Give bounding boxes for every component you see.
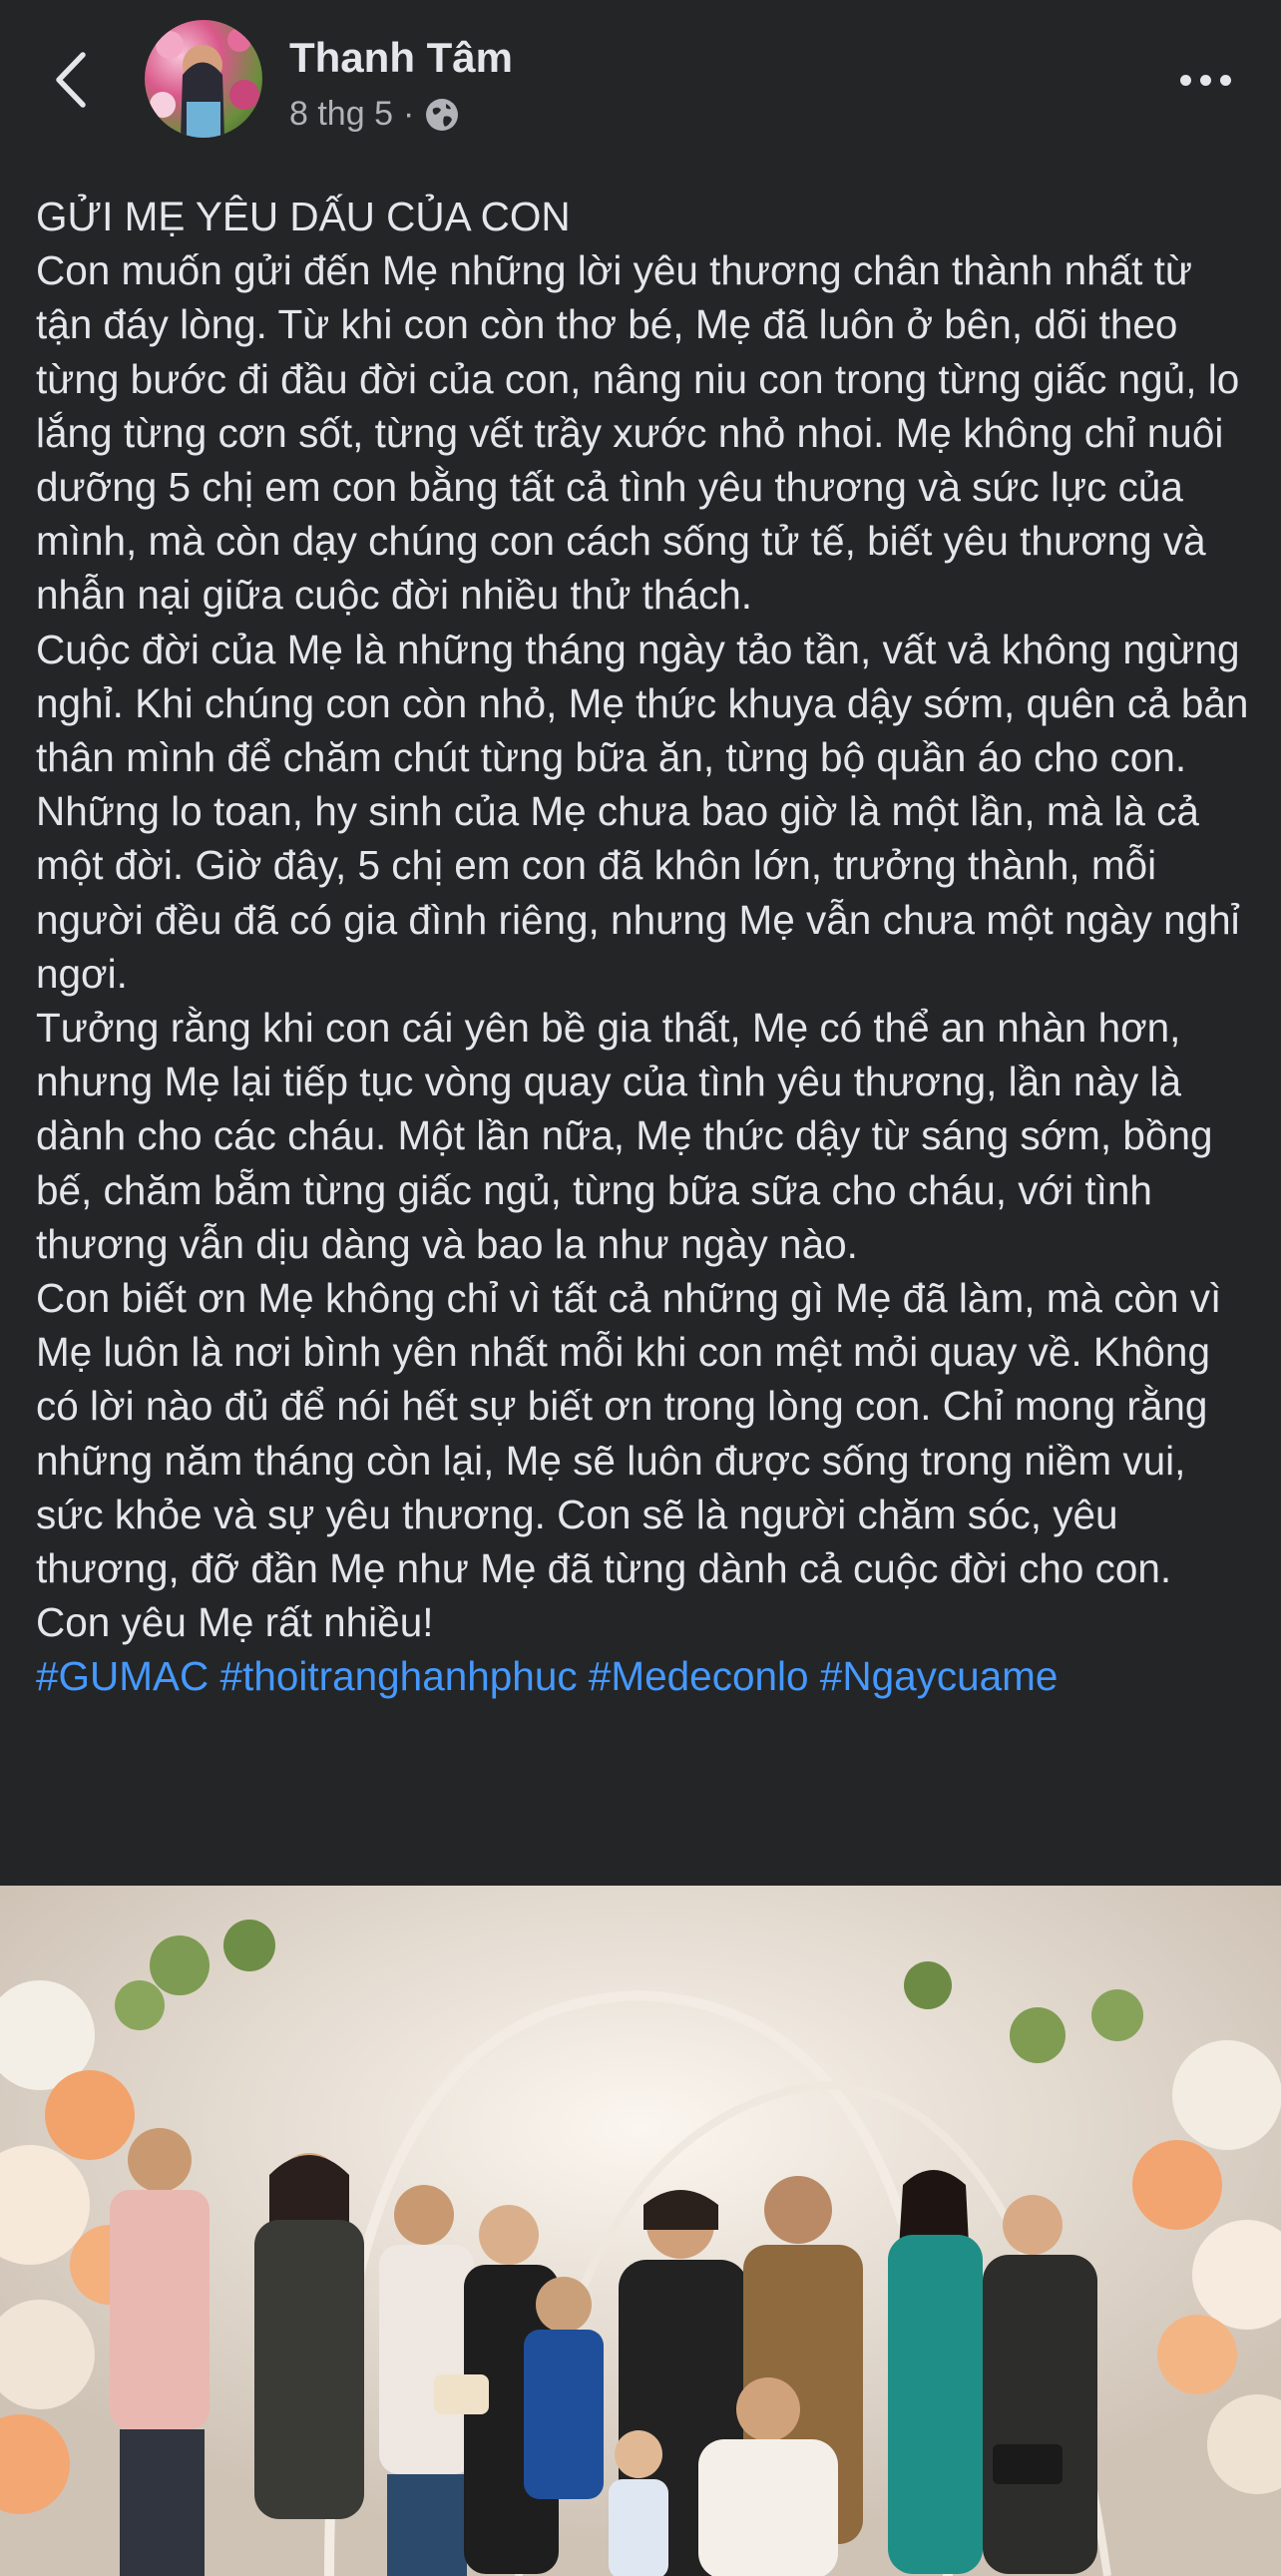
author-name[interactable]: Thanh Tâm bbox=[289, 34, 513, 82]
back-button[interactable] bbox=[40, 40, 100, 120]
more-dot bbox=[1199, 74, 1211, 86]
author-avatar[interactable] bbox=[145, 20, 262, 138]
chevron-left-icon bbox=[56, 52, 86, 108]
post-paragraph: Cuộc đời của Mẹ là những tháng ngày tảo … bbox=[36, 626, 1249, 997]
avatar-image bbox=[150, 28, 259, 138]
hashtag-link[interactable]: #Medeconlo bbox=[589, 1653, 809, 1699]
more-options-button[interactable] bbox=[1165, 55, 1245, 105]
post-title: GỬI MẸ YÊU DẤU CỦA CON bbox=[36, 194, 571, 239]
family-photo-image bbox=[0, 1886, 1281, 2576]
hashtag-line: #GUMAC #thoitranghanhphuc #Medeconlo #Ng… bbox=[36, 1649, 1258, 1703]
post-text: GỬI MẸ YÊU DẤU CỦA CON Con muốn gửi đến … bbox=[36, 190, 1258, 1704]
hashtag-link[interactable]: #GUMAC bbox=[36, 1653, 209, 1699]
post-paragraph: Con muốn gửi đến Mẹ những lời yêu thương… bbox=[36, 247, 1240, 619]
post-paragraph: Con biết ơn Mẹ không chỉ vì tất cả những… bbox=[36, 1275, 1222, 1592]
post-timestamp[interactable]: 8 thg 5 bbox=[289, 95, 393, 134]
globe-icon bbox=[426, 98, 459, 131]
more-dot bbox=[1219, 74, 1231, 86]
hashtag-link[interactable]: #thoitranghanhphuc bbox=[220, 1653, 578, 1699]
post-meta: 8 thg 5 · bbox=[289, 95, 460, 134]
post-paragraph: Con yêu Mẹ rất nhiều! bbox=[36, 1599, 434, 1646]
post-header: Thanh Tâm 8 thg 5 · bbox=[0, 0, 1281, 160]
more-dot bbox=[1179, 74, 1191, 86]
post-paragraph: Tưởng rằng khi con cái yên bề gia thất, … bbox=[36, 1005, 1213, 1267]
hashtag-link[interactable]: #Ngaycuame bbox=[820, 1653, 1059, 1699]
post-photo[interactable] bbox=[0, 1886, 1281, 2576]
meta-separator: · bbox=[402, 95, 415, 133]
